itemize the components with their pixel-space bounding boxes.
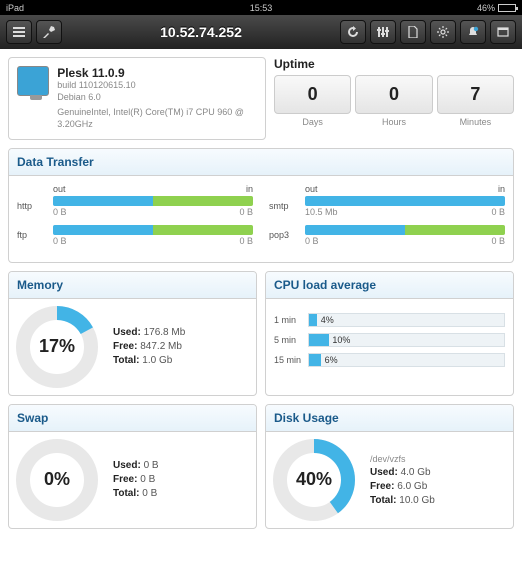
product-name: Plesk 11.0.9 xyxy=(57,66,257,80)
document-button[interactable] xyxy=(400,20,426,44)
memory-donut-chart: 17% xyxy=(13,303,101,391)
transfer-row-smtp: smtp10.5 Mb0 B xyxy=(269,196,505,217)
cpu-row: 1 min4% xyxy=(274,313,505,327)
transfer-row-http: http0 B0 B xyxy=(17,196,253,217)
status-bar: iPad 15:53 46% xyxy=(0,0,522,15)
notifications-button[interactable] xyxy=(460,20,486,44)
swap-panel: Swap 0% Used: 0 B Free: 0 B Total: 0 B xyxy=(8,404,257,529)
tools-button[interactable] xyxy=(36,20,62,44)
data-transfer-title: Data Transfer xyxy=(9,149,513,176)
list-button[interactable] xyxy=(6,20,32,44)
uptime-days: 0 xyxy=(274,75,351,114)
transfer-row-ftp: ftp0 B0 B xyxy=(17,225,253,246)
cpu-row: 15 min6% xyxy=(274,353,505,367)
monitor-icon xyxy=(17,66,49,96)
distro-label: Debian 6.0 xyxy=(57,92,257,104)
build-label: build 110120615.10 xyxy=(57,80,257,92)
content: Plesk 11.0.9 build 110120615.10 Debian 6… xyxy=(0,49,522,545)
disk-panel: Disk Usage 40% /dev/vzfs Used: 4.0 Gb Fr… xyxy=(265,404,514,529)
uptime-hours: 0 xyxy=(355,75,432,114)
settings-button[interactable] xyxy=(430,20,456,44)
memory-panel: Memory 17% Used: 176.8 Mb Free: 847.2 Mb… xyxy=(8,271,257,396)
page-title: 10.52.74.252 xyxy=(66,24,336,40)
disk-donut-chart: 40% xyxy=(270,436,358,524)
cpu-row: 5 min10% xyxy=(274,333,505,347)
uptime-title: Uptime xyxy=(274,57,514,71)
cpu-panel: CPU load average 1 min4%5 min10%15 min6% xyxy=(265,271,514,396)
battery-icon xyxy=(498,4,516,12)
uptime-panel: Uptime 0Days 0Hours 7Minutes xyxy=(274,57,514,140)
system-info-panel: Plesk 11.0.9 build 110120615.10 Debian 6… xyxy=(8,57,266,140)
data-transfer-panel: Data Transfer outinhttp0 B0 Bftp0 B0 Bou… xyxy=(8,148,514,263)
device-label: iPad xyxy=(6,3,66,13)
refresh-button[interactable] xyxy=(340,20,366,44)
battery-pct: 46% xyxy=(477,3,495,13)
navbar: 10.52.74.252 xyxy=(0,15,522,49)
swap-donut-chart: 0% xyxy=(13,436,101,524)
sliders-button[interactable] xyxy=(370,20,396,44)
disk-path: /dev/vzfs xyxy=(370,454,435,464)
cpu-label: GenuineIntel, Intel(R) Core(TM) i7 CPU 9… xyxy=(57,107,257,130)
window-button[interactable] xyxy=(490,20,516,44)
clock: 15:53 xyxy=(66,3,456,13)
transfer-row-pop3: pop30 B0 B xyxy=(269,225,505,246)
uptime-minutes: 7 xyxy=(437,75,514,114)
